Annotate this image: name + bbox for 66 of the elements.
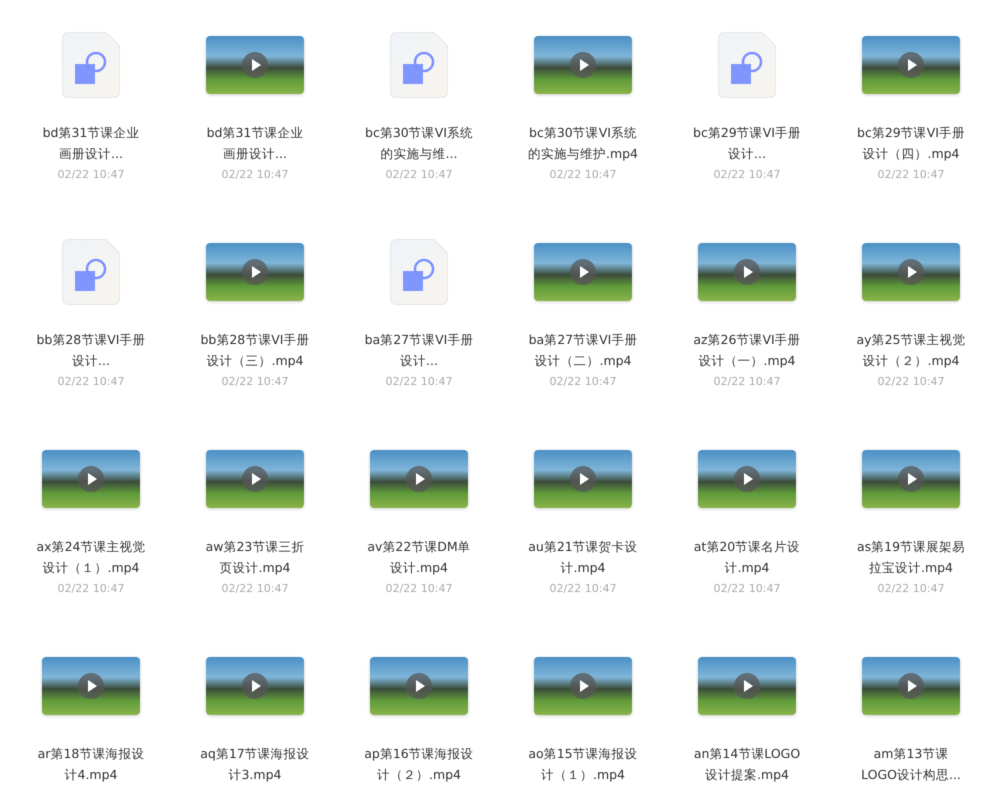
play-icon[interactable] — [78, 673, 104, 699]
file-name[interactable]: av第22节课DM单 设计.mp4 — [367, 536, 471, 578]
file-date: 02/22 10:47 — [386, 167, 452, 183]
file-date: 02/22 10:47 — [222, 167, 288, 183]
file-name[interactable]: az第26节课VI手册 设计（一）.mp4 — [693, 329, 801, 371]
play-icon[interactable] — [242, 52, 268, 78]
play-icon[interactable] — [734, 673, 760, 699]
file-date: 02/22 10:47 — [878, 374, 944, 390]
file-name[interactable]: aw第23节课三折 页设计.mp4 — [206, 536, 304, 578]
file-date: 02/22 10:47 — [58, 374, 124, 390]
play-icon[interactable] — [734, 466, 760, 492]
play-icon[interactable] — [406, 466, 432, 492]
file-name[interactable]: bb第28节课VI手册 设计（三）.mp4 — [200, 329, 310, 371]
file-date: 02/22 10:47 — [714, 581, 780, 597]
play-icon[interactable] — [898, 673, 924, 699]
design-file-icon — [718, 32, 776, 98]
play-icon[interactable] — [570, 52, 596, 78]
play-icon[interactable] — [570, 466, 596, 492]
design-file-icon — [390, 32, 448, 98]
play-icon[interactable] — [570, 673, 596, 699]
file-date: 02/22 10:47 — [878, 167, 944, 183]
file-name[interactable]: bd第31节课企业 画册设计... — [206, 122, 304, 164]
play-icon[interactable] — [898, 466, 924, 492]
play-icon[interactable] — [242, 466, 268, 492]
file-name[interactable]: au第21节课贺卡设 计.mp4 — [528, 536, 638, 578]
file-date: 02/22 10:47 — [222, 581, 288, 597]
file-name[interactable]: an第14节课LOGO 设计提案.mp4 — [694, 743, 800, 785]
file-name[interactable]: bc第30节课VI系统 的实施与维... — [365, 122, 473, 164]
file-name[interactable]: am第13节课 LOGO设计构思... — [861, 743, 961, 785]
file-name[interactable]: ba第27节课VI手册 设计（二）.mp4 — [528, 329, 638, 371]
file-date: 02/22 10:47 — [386, 374, 452, 390]
play-icon[interactable] — [898, 259, 924, 285]
file-name[interactable]: aq第17节课海报设 计3.mp4 — [200, 743, 310, 785]
file-name[interactable]: ap第16节课海报设 计（２）.mp4 — [364, 743, 474, 785]
file-name[interactable]: as第19节课展架易 拉宝设计.mp4 — [856, 536, 966, 578]
file-date: 02/22 10:47 — [550, 167, 616, 183]
play-icon[interactable] — [242, 673, 268, 699]
file-name[interactable]: bc第30节课VI系统 的实施与维护.mp4 — [528, 122, 638, 164]
file-date: 02/22 10:47 — [386, 581, 452, 597]
file-name[interactable]: ar第18节课海报设 计4.mp4 — [38, 743, 144, 785]
design-file-icon — [390, 239, 448, 305]
file-name[interactable]: bd第31节课企业 画册设计... — [42, 122, 140, 164]
file-date: 02/22 10:47 — [58, 581, 124, 597]
play-icon[interactable] — [78, 466, 104, 492]
design-file-icon — [62, 239, 120, 305]
play-icon[interactable] — [734, 259, 760, 285]
file-name[interactable]: bc第29节课VI手册 设计... — [693, 122, 801, 164]
play-icon[interactable] — [898, 52, 924, 78]
play-icon[interactable] — [570, 259, 596, 285]
file-name[interactable]: bb第28节课VI手册 设计... — [36, 329, 146, 371]
file-date: 02/22 10:47 — [550, 581, 616, 597]
file-date: 02/22 10:47 — [222, 374, 288, 390]
file-date: 02/22 10:47 — [714, 374, 780, 390]
file-name[interactable]: ba第27节课VI手册 设计... — [364, 329, 474, 371]
file-name[interactable]: bc第29节课VI手册 设计（四）.mp4 — [857, 122, 965, 164]
file-date: 02/22 10:47 — [714, 167, 780, 183]
design-file-icon — [62, 32, 120, 98]
file-name[interactable]: at第20节课名片设 计.mp4 — [694, 536, 800, 578]
file-name[interactable]: ax第24节课主视觉 设计（１）.mp4 — [36, 536, 146, 578]
file-name[interactable]: ao第15节课海报设 计（１）.mp4 — [528, 743, 638, 785]
file-date: 02/22 10:47 — [550, 374, 616, 390]
file-name[interactable]: ay第25节课主视觉 设计（２）.mp4 — [856, 329, 966, 371]
file-date: 02/22 10:47 — [58, 167, 124, 183]
play-icon[interactable] — [242, 259, 268, 285]
file-date: 02/22 10:47 — [878, 581, 944, 597]
play-icon[interactable] — [406, 673, 432, 699]
